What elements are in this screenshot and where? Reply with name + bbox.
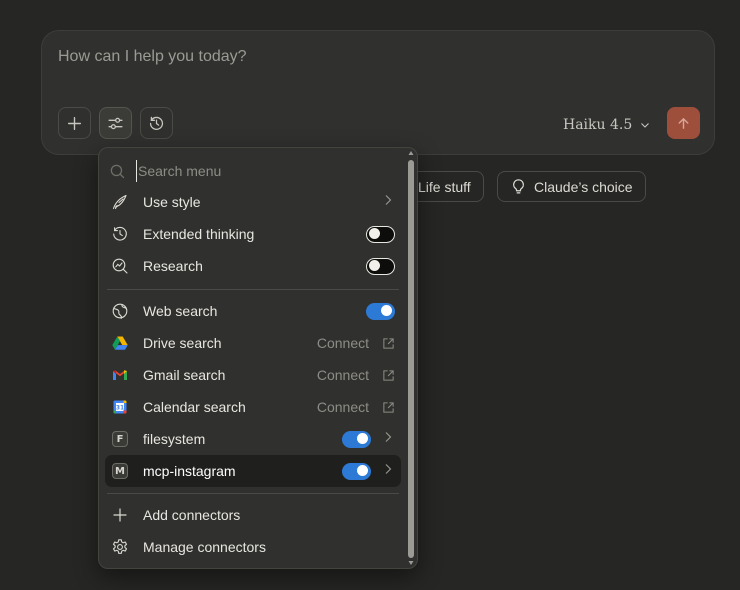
scrollbar-thumb[interactable] — [408, 160, 414, 558]
chevron-right-icon — [385, 464, 392, 474]
connect-label: Connect — [316, 335, 369, 351]
external-link-icon — [383, 369, 394, 381]
menu-item-label: Web search — [143, 303, 218, 319]
menu-item-label: Gmail search — [143, 367, 226, 383]
external-link-icon — [383, 337, 394, 349]
scroll-down-arrow-icon[interactable] — [408, 560, 414, 566]
calendar-connect-link[interactable]: Connect — [317, 399, 395, 415]
drive-connect-link[interactable]: Connect — [317, 335, 395, 351]
connect-label: Connect — [316, 399, 369, 415]
menu-item-research[interactable]: Research — [105, 250, 401, 282]
lightbulb-icon — [513, 179, 524, 194]
plus-icon — [67, 116, 82, 130]
send-button[interactable] — [667, 107, 700, 139]
research-icon — [112, 258, 128, 274]
tools-menu: Use style Extended thinking Research — [98, 147, 418, 569]
menu-item-web-search[interactable]: Web search — [105, 295, 401, 327]
menu-item-label: Use style — [143, 194, 201, 210]
menu-item-manage-connectors[interactable]: Manage connectors — [105, 531, 401, 563]
menu-item-label: mcp-instagram — [143, 463, 236, 479]
history-button[interactable] — [140, 107, 173, 139]
menu-item-use-style[interactable]: Use style — [105, 186, 401, 218]
chip-label: Life stuff — [418, 178, 471, 195]
menu-divider — [107, 493, 399, 494]
menu-search — [109, 158, 399, 184]
chip-label: Claude’s choice — [534, 178, 633, 195]
add-button[interactable] — [58, 107, 91, 139]
chevron-down-icon — [641, 123, 650, 128]
chevron-right-icon — [385, 195, 392, 205]
svg-text:31: 31 — [116, 405, 124, 412]
menu-item-drive-search[interactable]: Drive search Connect — [105, 327, 401, 359]
menu-divider — [107, 289, 399, 290]
extended-thinking-toggle[interactable] — [366, 225, 395, 243]
menu-item-mcp-instagram[interactable]: M mcp-instagram — [105, 455, 401, 487]
gmail-icon — [113, 370, 127, 380]
chip-claudes-choice[interactable]: Claude’s choice — [497, 171, 646, 202]
menu-search-input[interactable] — [136, 160, 386, 182]
menu-item-label: Calendar search — [143, 399, 246, 415]
menu-item-filesystem[interactable]: F filesystem — [105, 423, 401, 455]
menu-item-label: Add connectors — [143, 507, 241, 523]
letter-m-icon: M — [112, 463, 128, 479]
menu-item-gmail-search[interactable]: Gmail search Connect — [105, 359, 401, 391]
menu-item-calendar-search[interactable]: 31 Calendar search Connect — [105, 391, 401, 423]
globe-icon — [112, 303, 128, 320]
chat-composer: How can I help you today? Haiku 4.5 — [41, 30, 715, 155]
clock-icon — [113, 226, 127, 241]
menu-item-label: Research — [143, 258, 203, 274]
chip-life-stuff[interactable]: Life stuff — [408, 171, 484, 202]
tools-menu-button[interactable] — [99, 107, 132, 139]
history-icon — [149, 116, 164, 130]
scroll-up-arrow-icon[interactable] — [408, 150, 414, 156]
letter-f-icon: F — [112, 431, 128, 447]
gmail-connect-link[interactable]: Connect — [317, 367, 395, 383]
mcp-instagram-toggle[interactable] — [342, 462, 371, 480]
gear-icon — [112, 539, 128, 554]
search-icon — [110, 164, 125, 178]
plus-icon — [113, 508, 127, 522]
google-drive-icon — [112, 336, 128, 350]
chevron-right-icon — [385, 432, 392, 442]
prompt-input[interactable]: How can I help you today? — [58, 48, 247, 66]
menu-item-label: Drive search — [143, 335, 222, 351]
google-calendar-icon: 31 — [113, 400, 127, 414]
external-link-icon — [383, 401, 394, 413]
model-name: Haiku 4.5 — [563, 117, 633, 133]
arrow-up-icon — [678, 117, 689, 129]
model-selector[interactable]: Haiku 4.5 — [563, 114, 651, 136]
research-toggle[interactable] — [366, 257, 395, 275]
filesystem-toggle[interactable] — [342, 430, 371, 448]
connect-label: Connect — [316, 367, 369, 383]
pen-nib-icon — [112, 194, 127, 210]
menu-item-label: Manage connectors — [143, 539, 266, 555]
menu-item-label: Extended thinking — [143, 226, 255, 242]
menu-scrollbar[interactable] — [406, 150, 416, 566]
web-search-toggle[interactable] — [366, 302, 395, 320]
menu-item-add-connectors[interactable]: Add connectors — [105, 499, 401, 531]
menu-item-extended-thinking[interactable]: Extended thinking — [105, 218, 401, 250]
menu-item-label: filesystem — [143, 431, 206, 447]
sliders-icon — [108, 117, 123, 129]
